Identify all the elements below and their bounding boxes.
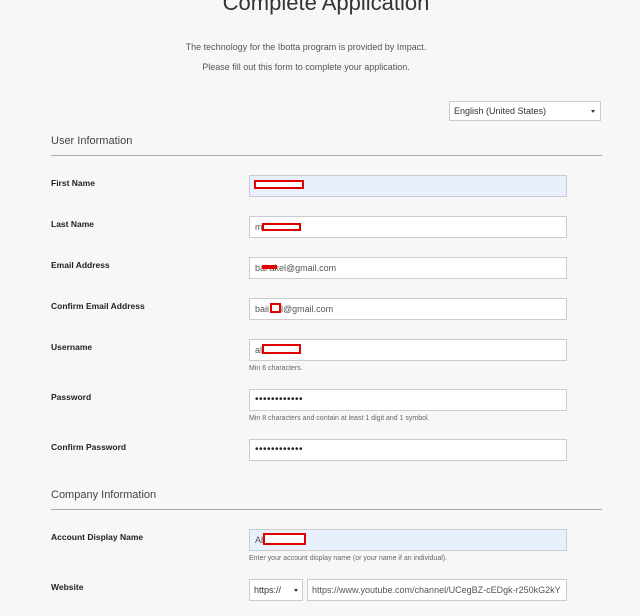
redaction-box <box>262 223 301 231</box>
password-help-text: Min 8 characters and contain at least 1 … <box>249 415 430 422</box>
section-title-company-information: Company Information <box>51 489 157 501</box>
confirm-password-input[interactable]: •••••••••••• <box>249 439 567 461</box>
section-title-user-information: User Information <box>51 135 133 147</box>
redaction-box <box>270 303 281 313</box>
confirm-email-value: baii kel@gmail.com <box>255 304 334 314</box>
page-title: Complete Application <box>222 0 430 15</box>
password-input[interactable]: •••••••••••• <box>249 389 567 411</box>
email-label: Email Address <box>51 260 110 270</box>
language-select[interactable]: English (United States) <box>449 101 601 121</box>
email-input[interactable]: bai akel@gmail.com <box>249 257 567 279</box>
username-help-text: Min 6 characters. <box>249 365 303 372</box>
account-display-name-help-text: Enter your account display name (or your… <box>249 555 448 562</box>
redaction-box <box>254 180 304 189</box>
confirm-email-input[interactable]: baii kel@gmail.com <box>249 298 567 320</box>
section-divider <box>51 509 602 510</box>
application-page: Complete Application The technology for … <box>0 0 640 616</box>
website-url-value: https://www.youtube.com/channel/UCegBZ-c… <box>312 585 561 595</box>
website-label: Website <box>51 582 84 592</box>
confirm-password-value: •••••••••••• <box>255 444 304 455</box>
confirm-password-label: Confirm Password <box>51 442 127 452</box>
account-display-name-label: Account Display Name <box>51 532 144 542</box>
username-value: al <box>255 345 263 355</box>
chevron-down-icon <box>294 589 298 592</box>
language-select-value: English (United States) <box>454 106 547 116</box>
website-protocol-value: https:// <box>254 585 282 595</box>
website-protocol-select[interactable]: https:// <box>249 579 303 601</box>
section-divider <box>51 155 602 156</box>
intro-text-line-2: Please fill out this form to complete yo… <box>202 62 410 72</box>
password-label: Password <box>51 392 92 402</box>
redaction-box <box>263 533 306 545</box>
confirm-email-label: Confirm Email Address <box>51 301 145 311</box>
username-label: Username <box>51 342 93 352</box>
chevron-down-icon <box>591 110 595 113</box>
redaction-box <box>262 265 277 269</box>
first-name-label: First Name <box>51 178 95 188</box>
intro-text-line-1: The technology for the Ibotta program is… <box>185 42 427 52</box>
website-url-input[interactable]: https://www.youtube.com/channel/UCegBZ-c… <box>307 579 567 601</box>
last-name-label: Last Name <box>51 219 94 229</box>
redaction-box <box>262 344 301 354</box>
password-value: •••••••••••• <box>255 394 304 405</box>
